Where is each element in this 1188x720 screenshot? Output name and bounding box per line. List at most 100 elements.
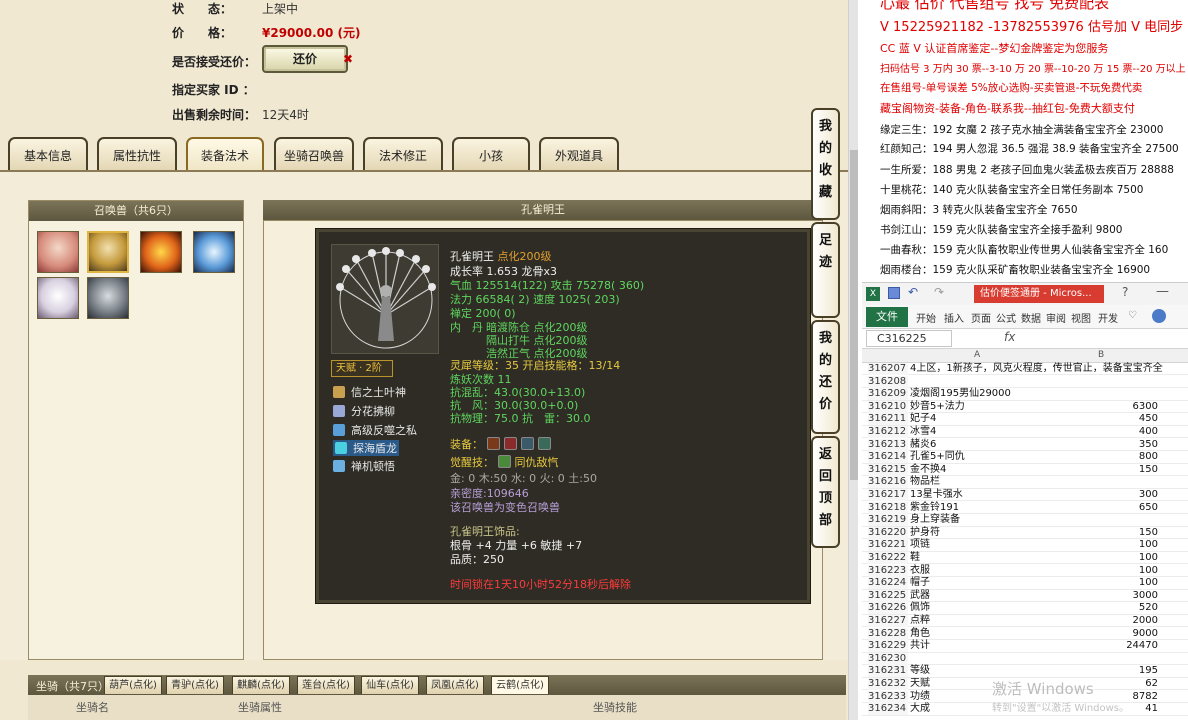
row-number[interactable]: 316207	[868, 363, 908, 375]
equip-icon[interactable]	[521, 437, 534, 450]
cell-b[interactable]: 800	[1139, 451, 1158, 463]
sheet-row[interactable]: 316226 佩饰 520	[862, 602, 1188, 615]
mount-tab[interactable]: 云鹤(点化)	[491, 676, 549, 694]
cell-a[interactable]: 点粹	[910, 615, 930, 627]
cell-b[interactable]: 3000	[1133, 590, 1158, 602]
save-icon[interactable]	[888, 287, 900, 299]
sheet-row[interactable]: 316219 身上穿装备	[862, 514, 1188, 527]
cell-a[interactable]: 天赋	[910, 678, 930, 690]
account-icon[interactable]	[1152, 309, 1166, 323]
fx-icon[interactable]: fx	[1004, 330, 1015, 344]
sheet-row[interactable]: 316220 护身符 150	[862, 526, 1188, 540]
page-scrollbar[interactable]	[848, 0, 858, 720]
tab-child[interactable]: 小孩	[452, 137, 530, 170]
sheet-row[interactable]: 316222 鞋 100	[862, 552, 1188, 565]
tab-mount-summons[interactable]: 坐骑召唤兽	[274, 137, 354, 170]
cell-b[interactable]: 150	[1139, 527, 1158, 539]
col-header-a[interactable]: A	[974, 350, 980, 360]
counter-offer-button[interactable]: 还价	[262, 45, 348, 73]
cell-a[interactable]: 妃子4	[910, 413, 936, 425]
sheet-row[interactable]: 316209 凌烟阁195男仙29000	[862, 388, 1188, 401]
cell-a[interactable]: 13星卡强水	[910, 489, 963, 501]
sheet-row[interactable]: 316211 妃子4 450	[862, 413, 1188, 426]
row-number[interactable]: 316234	[868, 703, 908, 716]
summon-avatar[interactable]	[37, 277, 79, 319]
cell-a[interactable]: 等级	[910, 665, 930, 677]
col-header-b[interactable]: B	[1098, 350, 1104, 360]
cell-a[interactable]: 功绩	[910, 691, 930, 703]
cell-b[interactable]: 520	[1139, 602, 1158, 614]
sheet-row[interactable]: 316231 等级 195	[862, 665, 1188, 678]
skill-item[interactable]: 分花拂柳	[333, 403, 395, 419]
summon-avatar[interactable]	[87, 231, 129, 273]
cell-a[interactable]: 凌烟阁195男仙29000	[910, 388, 1011, 400]
row-number[interactable]: 316208	[868, 375, 908, 388]
equip-icon[interactable]	[538, 437, 551, 450]
cell-b[interactable]: 62	[1145, 678, 1158, 690]
cell-b[interactable]: 650	[1139, 502, 1158, 514]
cell-b[interactable]: 300	[1139, 489, 1158, 501]
help-icon[interactable]: ?	[1122, 285, 1128, 299]
ribbon-tab[interactable]: 审阅	[1046, 310, 1066, 325]
row-number[interactable]: 316224	[868, 577, 908, 590]
cell-a[interactable]: 武器	[910, 590, 930, 602]
sheet-row[interactable]: 316214 孔雀5+同仇 800	[862, 451, 1188, 464]
cell-a[interactable]: 金不换4	[910, 464, 946, 476]
cell-b[interactable]: 195	[1139, 665, 1158, 677]
sheet-row[interactable]: 316218 紫金铃191 650	[862, 501, 1188, 514]
sheet-row[interactable]: 316213 赭炎6 350	[862, 438, 1188, 451]
cell-b[interactable]: 41	[1145, 703, 1158, 715]
equip-icon[interactable]	[504, 437, 517, 450]
row-number[interactable]: 316229	[868, 640, 908, 653]
row-number[interactable]: 316227	[868, 615, 908, 627]
cell-b[interactable]: 100	[1139, 577, 1158, 589]
cell-a[interactable]: 赭炎6	[910, 439, 936, 451]
summon-avatar[interactable]	[140, 231, 182, 273]
mount-tab[interactable]: 莲台(点化)	[297, 676, 355, 694]
cell-a[interactable]: 项链	[910, 539, 930, 551]
cell-a[interactable]: 冰雪4	[910, 426, 936, 438]
cell-a[interactable]: 物品栏	[910, 476, 940, 488]
sheet-row[interactable]: 316215 金不换4 150	[862, 463, 1188, 477]
ribbon-tab[interactable]: 视图	[1071, 310, 1091, 325]
ribbon-file-tab[interactable]: 文件	[866, 307, 908, 327]
undo-icon[interactable]: ↶	[908, 285, 918, 299]
row-number[interactable]: 316223	[868, 564, 908, 577]
tab-spell-correction[interactable]: 法术修正	[363, 137, 443, 170]
cell-b[interactable]: 6300	[1133, 401, 1158, 413]
mount-tab[interactable]: 仙车(点化)	[361, 676, 419, 694]
my-favorites-button[interactable]: 我的收藏	[811, 108, 840, 220]
row-number[interactable]: 316221	[868, 539, 908, 552]
cell-b[interactable]: 2000	[1133, 615, 1158, 627]
row-number[interactable]: 316220	[868, 526, 908, 539]
cell-a[interactable]: 大成	[910, 703, 930, 715]
summon-avatar[interactable]	[193, 231, 235, 273]
tab-attributes[interactable]: 属性抗性	[97, 137, 177, 170]
ribbon-tab[interactable]: 页面	[971, 310, 991, 325]
minimize-icon[interactable]: —	[1156, 284, 1169, 299]
equip-icon[interactable]	[487, 437, 500, 450]
skill-item[interactable]: 高级反噬之私	[333, 422, 417, 438]
cell-a[interactable]: 鞋	[910, 552, 920, 564]
cell-b[interactable]: 8782	[1133, 691, 1158, 703]
footprint-button[interactable]: 足迹	[811, 222, 840, 318]
sheet-row[interactable]: 316217 13星卡强水 300	[862, 489, 1188, 502]
row-number[interactable]: 316210	[868, 400, 908, 413]
cell-a[interactable]: 孔雀5+同仇	[910, 451, 965, 463]
row-number[interactable]: 316233	[868, 690, 908, 703]
row-number[interactable]: 316209	[868, 388, 908, 401]
ribbon-tab[interactable]: 插入	[944, 310, 964, 325]
mount-tab[interactable]: 凤凰(点化)	[426, 676, 484, 694]
cell-a[interactable]: 妙音5+法力	[910, 401, 965, 413]
row-number[interactable]: 316216	[868, 476, 908, 489]
tab-appearance[interactable]: 外观道具	[539, 137, 619, 170]
redo-icon[interactable]: ↷	[934, 285, 944, 299]
cell-b[interactable]: 100	[1139, 539, 1158, 551]
cell-b[interactable]: 9000	[1133, 628, 1158, 640]
cell-b[interactable]: 100	[1139, 552, 1158, 564]
cell-a[interactable]: 衣服	[910, 565, 930, 577]
spreadsheet-grid[interactable]: 316207 4上区，1新孩子，风克火程度，传世官止，装备宝宝齐全 316208 31…	[862, 363, 1188, 720]
row-number[interactable]: 316219	[868, 514, 908, 527]
row-number[interactable]: 316228	[868, 627, 908, 640]
skill-item[interactable]: 禅机顿悟	[333, 458, 395, 474]
